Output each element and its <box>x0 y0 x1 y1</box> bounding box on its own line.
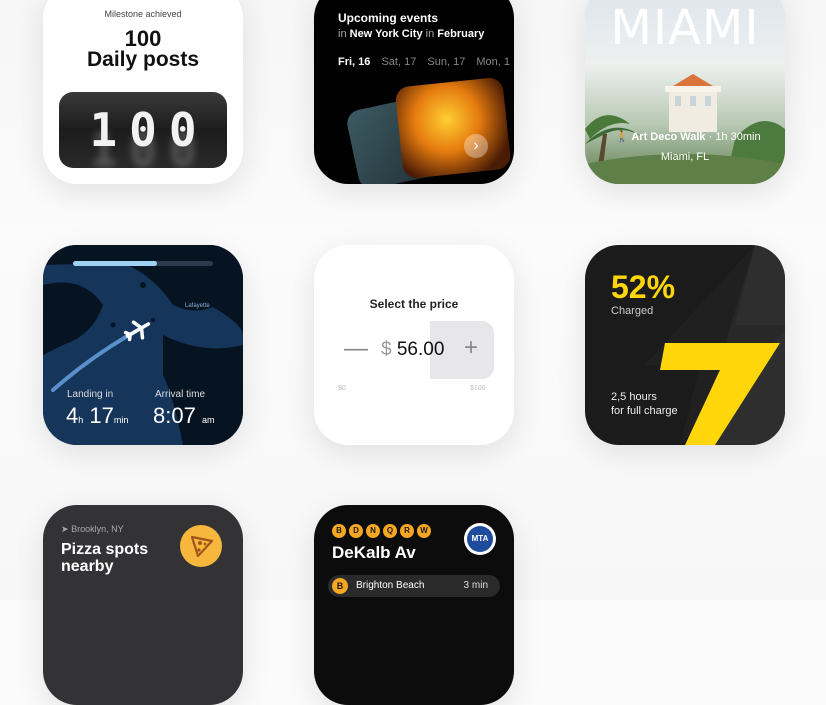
next-train-destination: Brighton Beach <box>356 580 425 591</box>
landing-value: 4h 17min <box>66 403 128 429</box>
landing-hours: 4 <box>66 403 79 428</box>
battery-widget[interactable]: 52% Charged 2,5 hours for full charge <box>585 245 785 445</box>
arrival-value: 8:07 am <box>153 403 214 429</box>
line-badge: N <box>366 524 380 538</box>
minus-button[interactable]: — <box>344 335 368 363</box>
landing-minutes: 17 <box>89 403 114 428</box>
walk-name: Art Deco Walk <box>631 131 706 143</box>
events-sub-in2: in <box>425 28 435 40</box>
map-city-label: Lafayette <box>185 303 210 309</box>
price-value: $ 56.00 <box>381 339 444 361</box>
line-badge: B <box>332 524 346 538</box>
event-date[interactable]: Mon, 1 <box>476 56 510 68</box>
price-title: Select the price <box>369 297 459 311</box>
chevron-right-icon[interactable]: › <box>464 134 488 158</box>
pizza-title-line1: Pizza spots <box>61 541 149 558</box>
station-name: DeKalb Av <box>332 543 416 562</box>
event-date[interactable]: Sat, 17 <box>381 56 416 68</box>
pizza-nearby-widget[interactable]: ➤ Brooklyn, NY Pizza spots nearby <box>43 505 243 705</box>
next-train-row[interactable]: B Brighton Beach 3 min <box>328 575 500 597</box>
event-date[interactable]: Sun, 17 <box>427 56 465 68</box>
landing-label: Landing in <box>67 389 114 400</box>
mta-logo-text: MTA <box>467 526 493 552</box>
miami-walk-widget[interactable]: MIAMI 🚶 Art Deco Walk · 1h 30min Miami, … <box>585 0 785 184</box>
counter-digit: 0 <box>129 103 157 157</box>
pizza-slice-icon[interactable] <box>180 525 222 567</box>
events-title: Upcoming events <box>338 11 439 25</box>
walk-row: 🚶 Art Deco Walk · 1h 30min <box>615 130 761 143</box>
charge-hours-caption: for full charge <box>611 405 678 417</box>
arrival-time: 8:07 <box>153 403 196 428</box>
events-widget[interactable]: Upcoming events in New York City in Febr… <box>314 0 514 184</box>
events-month: February <box>437 28 485 40</box>
flight-progress-fill <box>73 261 157 266</box>
currency-symbol: $ <box>381 339 392 360</box>
flight-widget[interactable]: Lafayette Landing in Arrival time 4h 17m… <box>43 245 243 445</box>
events-date-strip: Fri, 16 Sat, 17 Sun, 17 Mon, 1 <box>338 56 514 68</box>
pizza-location: ➤ Brooklyn, NY <box>61 524 124 535</box>
walking-person-icon: 🚶 <box>615 131 629 143</box>
subway-line-badges: B D N Q R W <box>332 524 431 538</box>
milestone-caption: Milestone achieved <box>104 9 182 19</box>
price-amount: 56.00 <box>396 339 445 360</box>
event-card-image[interactable] <box>394 76 512 180</box>
flight-progress-bar <box>73 261 213 266</box>
event-date[interactable]: Fri, 16 <box>338 56 370 68</box>
events-city: New York City <box>349 28 423 40</box>
price-stepper[interactable]: — $ 56.00 + <box>334 321 494 379</box>
charge-hours: 2,5 hours <box>611 391 657 403</box>
subway-widget[interactable]: B D N Q R W DeKalb Av MTA B Brighton Bea… <box>314 505 514 705</box>
battery-percent: 52% <box>611 269 676 305</box>
next-train-time: 3 min <box>463 580 488 591</box>
arrival-unit: am <box>201 415 215 425</box>
hours-unit: h <box>78 415 84 425</box>
line-badge: Q <box>383 524 397 538</box>
city-title: MIAMI <box>610 0 760 56</box>
line-badge: W <box>417 524 431 538</box>
location-arrow-icon: ➤ <box>61 524 69 534</box>
art-deco-tower-illustration <box>665 74 721 132</box>
pizza-title-line2: nearby <box>61 558 114 575</box>
minutes-unit: min <box>113 415 129 425</box>
walk-duration: · 1h 30min <box>708 131 761 143</box>
plus-button[interactable]: + <box>464 334 478 362</box>
events-subtitle: in New York City in February <box>338 28 484 40</box>
milestone-widget[interactable]: Milestone achieved 100 Daily posts 1 0 0 <box>43 0 243 184</box>
price-selector-widget[interactable]: Select the price — $ 56.00 + $0 $100 <box>314 245 514 445</box>
line-badge: D <box>349 524 363 538</box>
pizza-location-text: Brooklyn, NY <box>71 524 124 534</box>
arrival-label: Arrival time <box>155 389 206 400</box>
line-badge: R <box>400 524 414 538</box>
battery-status: Charged <box>611 305 654 317</box>
price-min-label: $0 <box>338 385 346 392</box>
counter-digit: 0 <box>168 103 197 157</box>
mta-logo: MTA <box>464 523 496 555</box>
next-train-line: B <box>332 578 348 594</box>
milestone-counter: 1 0 0 <box>59 92 227 168</box>
events-sub-in: in <box>338 28 347 40</box>
milestone-label: Daily posts <box>86 48 200 71</box>
walk-location: Miami, FL <box>660 151 710 163</box>
price-max-label: $100 <box>470 385 486 392</box>
counter-digit: 1 <box>89 103 118 157</box>
